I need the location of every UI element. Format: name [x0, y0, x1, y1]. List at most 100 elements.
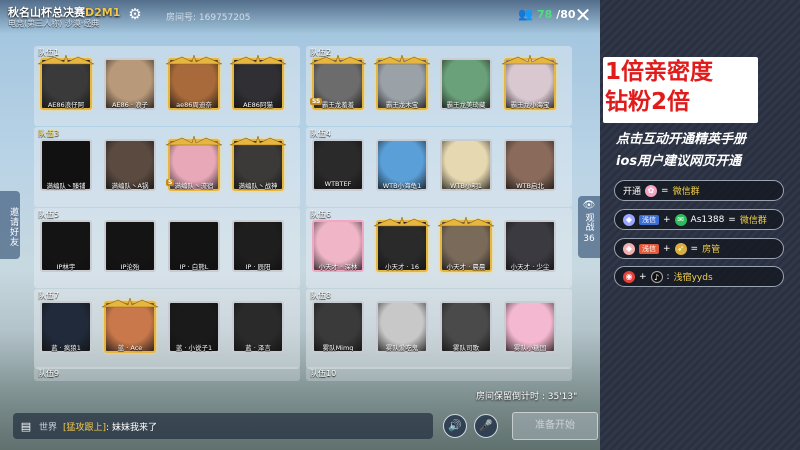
player-name: 蓝 · 泽言 [245, 344, 271, 352]
row1-text-c: 微信群 [672, 187, 700, 197]
overlay-row-2: ◆ 浅信 + ✉ As1388 = 微信群 [614, 209, 784, 230]
player-slot[interactable]: AE86阿猫 [229, 53, 287, 120]
player-name: 雾队小糖国 [513, 344, 547, 352]
team-8: 队伍8 雾队Mimg 雾队爱吃鬼 雾队司歌 雾队小糖国 [306, 289, 572, 369]
player-name: 雾队司歌 [453, 344, 479, 352]
gold-crest-icon [98, 293, 162, 308]
team-6: 队伍6 小天才 · 深林 小天才 · 16 小天才 · 晨晨 小天才 · 少尘 [306, 208, 572, 288]
player-slot[interactable]: 蓝 · 泽言 [230, 299, 286, 363]
row3-plus: + [663, 243, 671, 254]
overlay-row-4: ◉ + ♪ : 浅宿yyds [614, 266, 784, 287]
player-slot[interactable]: ae86周迪奈 [165, 53, 223, 120]
player-slot[interactable]: 蓝 · 小说子1 [166, 299, 222, 363]
settings-gear-icon[interactable]: ⚙ [126, 5, 144, 23]
player-slot[interactable]: 满编队丶A锅 [102, 137, 158, 201]
player-name: AE86阿猫 [243, 101, 273, 109]
top-bar: 秋名山杯总决赛D2M1 电竞(第三人称) 沙漠·经典 ⚙ 房间号: 169757… [0, 0, 600, 34]
players-icon: 👥 [518, 7, 533, 21]
spectate-label: 观战 [583, 213, 594, 231]
microphone-icon[interactable]: 🎤 [474, 414, 498, 438]
player-name: AE86浪仔阿 [47, 101, 85, 109]
chat-sender: [猛攻跟上] [63, 422, 107, 433]
chat-bar[interactable]: ▤ 世界 [猛攻跟上] : 妹妹我来了 [13, 413, 433, 439]
promo-line-2: 钻粉2倍 [605, 89, 691, 115]
player-slot[interactable]: AE86 · 浪子 [102, 56, 158, 120]
team-9-label: 队伍9 [38, 369, 60, 378]
weibo-icon: ◉ [623, 270, 635, 283]
player-slot[interactable]: IP林宇 [38, 218, 94, 282]
player-slot[interactable]: IP · 白熊L [166, 218, 222, 282]
promo-sub-1: 点击互动开通精英手册 [616, 132, 747, 147]
player-slot[interactable]: IP沦殆 [102, 218, 158, 282]
close-icon[interactable]: ✕ [572, 4, 594, 26]
gold-crest-icon [162, 50, 226, 65]
player-name: 蓝 · 小说子1 [175, 344, 213, 352]
game-screen: 秋名山杯总决赛D2M1 电竞(第三人称) 沙漠·经典 ⚙ 房间号: 169757… [0, 0, 600, 450]
player-slot[interactable]: AE86浪仔阿 [37, 53, 95, 120]
player-slot[interactable]: 蓝 · 疯狼1 [38, 299, 94, 363]
player-name: IP · 辰阳 [245, 263, 271, 271]
chat-message-icon: ▤ [20, 419, 32, 433]
player-name: 蓝 · Ace [117, 344, 143, 352]
player-name: IP · 白熊L [179, 263, 209, 271]
player-name: ae86周迪奈 [176, 101, 212, 109]
team-3: 队伍3 满编队丶臻铺 满编队丶A锅 S 满编队丶流宿 满编队丶战神 [34, 127, 300, 207]
player-name: 小天才 · 少尘 [510, 263, 550, 271]
player-slot[interactable]: 小天才 · 晨晨 [437, 215, 495, 282]
player-slot[interactable]: WTB小明1 [438, 137, 494, 201]
row3-text-d: 房管 [702, 245, 721, 255]
wechat-icon: ✉ [674, 213, 687, 226]
player-slot[interactable]: 满编队丶臻铺 [38, 137, 94, 201]
team-10: 队伍10 [306, 367, 572, 381]
player-name: 雾队爱吃鬼 [385, 344, 419, 352]
gold-crest-icon [34, 50, 98, 65]
player-name: 小天才 · 16 [385, 263, 419, 271]
invite-friends-tab[interactable]: 邀请好友 [0, 191, 20, 259]
team-2: 队伍2 SS 霸王龙羞羞 霸王龙木宝 霸王龙美琦藏 霸王龙小海宝 [306, 46, 572, 126]
row2-id: As1388 [690, 214, 725, 225]
speaker-icon[interactable]: 🔊 [443, 414, 467, 438]
player-slot[interactable]: 雾队Mimg [310, 299, 366, 363]
player-name: 满编队丶A锅 [111, 182, 149, 190]
gold-crest-icon [162, 131, 226, 146]
row3-eq: = [690, 243, 699, 254]
player-slot[interactable]: 小天才 · 深林 [310, 218, 366, 282]
player-slot[interactable]: SS 霸王龙羞羞 [309, 53, 367, 120]
player-slot[interactable]: 满编队丶战神 [229, 134, 287, 201]
player-slot[interactable]: 雾队爱吃鬼 [374, 299, 430, 363]
player-name: 霸王龙小海宝 [510, 101, 550, 109]
gold-crest-icon [226, 131, 290, 146]
ready-start-button[interactable]: 准备开始 [512, 412, 598, 440]
player-slot[interactable]: 小天才 · 少尘 [502, 218, 558, 282]
player-name: 霸王龙木宝 [385, 101, 419, 109]
room-mode: 电竞(第三人称) 沙漠·经典 [8, 19, 100, 28]
promo-box: 1倍亲密度 钻粉2倍 [603, 57, 758, 123]
player-slot[interactable]: 蓝 · Ace [101, 296, 159, 363]
room-timer: 房间保留倒计时 : 35'13" [476, 392, 578, 402]
player-slot[interactable]: IP · 辰阳 [230, 218, 286, 282]
player-slot[interactable]: WTB小海龟1 [374, 137, 430, 201]
player-slot[interactable]: 霸王龙美琦藏 [438, 56, 494, 120]
gold-crest-icon [306, 50, 370, 65]
row2-tag: 浅信 [639, 214, 659, 225]
row1-text-a: 开通 [623, 187, 642, 197]
player-slot[interactable]: 霸王龙小海宝 [501, 53, 559, 120]
player-slot[interactable]: 霸王龙木宝 [373, 53, 431, 120]
badge-icon: ◆ [623, 213, 635, 226]
tiktok-icon: ♪ [650, 270, 663, 283]
spectate-tab[interactable]: 👁 观战 36 [578, 196, 600, 258]
rocket-icon: ➶ [674, 242, 687, 255]
player-name: 满编队丶战神 [238, 182, 278, 190]
player-name: WTB小海龟1 [382, 182, 422, 190]
player-slot[interactable]: 小天才 · 16 [373, 215, 431, 282]
row4-text-c: 浅宿yyds [673, 273, 713, 283]
promo-line-1: 1倍亲密度 [605, 59, 714, 85]
player-name: 小天才 · 晨晨 [446, 263, 486, 271]
fan-badge-icon: ✿ [645, 184, 658, 197]
player-slot[interactable]: WTBTEF [310, 137, 366, 201]
player-slot[interactable]: 雾队小糖国 [502, 299, 558, 363]
player-slot[interactable]: 雾队司歌 [438, 299, 494, 363]
player-slot[interactable]: S 满编队丶流宿 [165, 134, 223, 201]
row2-text-e: 微信群 [739, 216, 767, 226]
player-slot[interactable]: WTB启北 [502, 137, 558, 201]
